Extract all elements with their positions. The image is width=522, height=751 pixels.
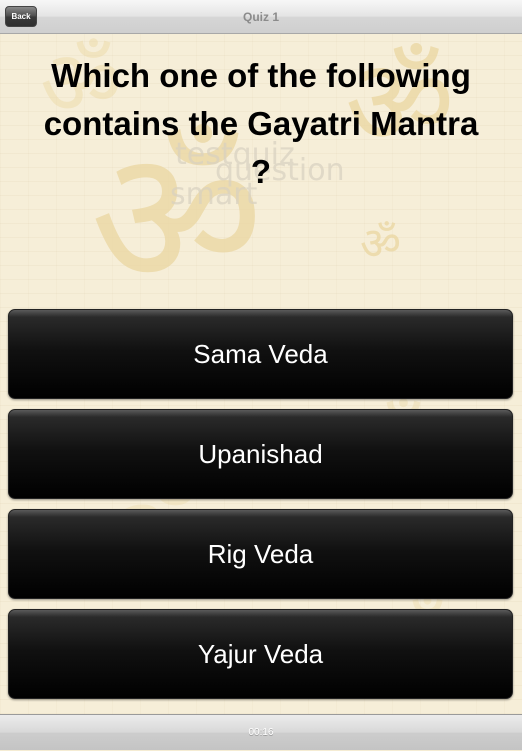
nav-title: Quiz 1 [242, 10, 279, 24]
timer-label: 00:16 [248, 727, 274, 738]
answer-button-3[interactable]: Rig Veda [8, 509, 513, 599]
answer-button-4[interactable]: Yajur Veda [8, 609, 513, 699]
navigation-bar: Back Quiz 1 [0, 0, 522, 34]
question-text: Which one of the following contains the … [43, 57, 479, 190]
bottom-toolbar: 00:16 [0, 714, 522, 750]
back-button[interactable]: Back [5, 6, 37, 27]
answer-button-1[interactable]: Sama Veda [8, 309, 513, 399]
answer-button-2[interactable]: Upanishad [8, 409, 513, 499]
quiz-content: ॐ ॐ ॐ ॐ ॐ ॐ ॐ testquiz question smart Wh… [0, 34, 522, 714]
om-watermark-3: ॐ [360, 217, 401, 270]
